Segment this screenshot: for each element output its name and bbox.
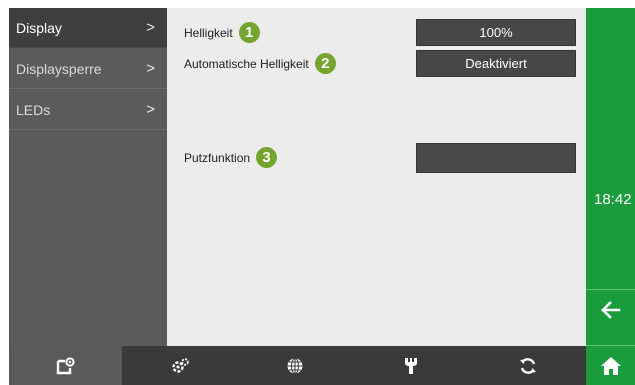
menu-item-label: Display: [16, 19, 62, 36]
wrench-icon: [403, 357, 419, 375]
chevron-right-icon: >: [146, 60, 155, 77]
setting-helligkeit-label: Helligkeit 1: [184, 22, 260, 43]
auto-helligkeit-value-button[interactable]: Deaktiviert: [416, 50, 576, 77]
tab-update[interactable]: [469, 346, 586, 385]
putzfunktion-button[interactable]: [416, 143, 576, 173]
app-frame: Display > Displaysperre > LEDs > Helligk…: [9, 8, 635, 385]
tab-service[interactable]: [352, 346, 469, 385]
arrow-left-icon: [600, 301, 621, 319]
menu-item-label: LEDs: [16, 101, 51, 118]
device-settings-icon: [56, 356, 76, 375]
number-badge: 2: [314, 53, 336, 74]
menu-item-leds[interactable]: LEDs >: [9, 90, 167, 130]
bottom-tab-bar: [9, 346, 586, 385]
status-sidebar: 18:42: [586, 8, 635, 385]
chevron-right-icon: >: [146, 101, 155, 118]
number-badge: 3: [256, 147, 278, 168]
setting-putzfunktion-label: Putzfunktion 3: [184, 147, 278, 168]
back-button[interactable]: [586, 290, 635, 330]
setting-label-text: Helligkeit: [184, 25, 233, 40]
menu-item-display[interactable]: Display >: [9, 8, 167, 48]
globe-icon: [286, 357, 304, 375]
gears-icon: [170, 357, 190, 375]
setting-label-text: Putzfunktion: [184, 150, 251, 165]
helligkeit-value-button[interactable]: 100%: [416, 19, 576, 46]
home-icon: [600, 356, 622, 376]
tab-network[interactable]: [237, 346, 352, 385]
clock-time: 18:42: [594, 191, 632, 208]
home-button[interactable]: [586, 346, 635, 385]
number-badge: 1: [238, 22, 260, 43]
settings-content: Helligkeit 1 100% Automatische Helligkei…: [167, 8, 586, 346]
menu-item-label: Displaysperre: [16, 60, 102, 77]
setting-label-text: Automatische Helligkeit: [184, 56, 309, 71]
chevron-right-icon: >: [146, 19, 155, 36]
menu-item-displaysperre[interactable]: Displaysperre >: [9, 49, 167, 89]
tab-device-settings[interactable]: [9, 346, 122, 385]
setting-auto-helligkeit-label: Automatische Helligkeit 2: [184, 53, 336, 74]
tab-system-settings[interactable]: [122, 346, 237, 385]
refresh-icon: [519, 357, 537, 375]
settings-menu: Display > Displaysperre > LEDs >: [9, 8, 167, 346]
